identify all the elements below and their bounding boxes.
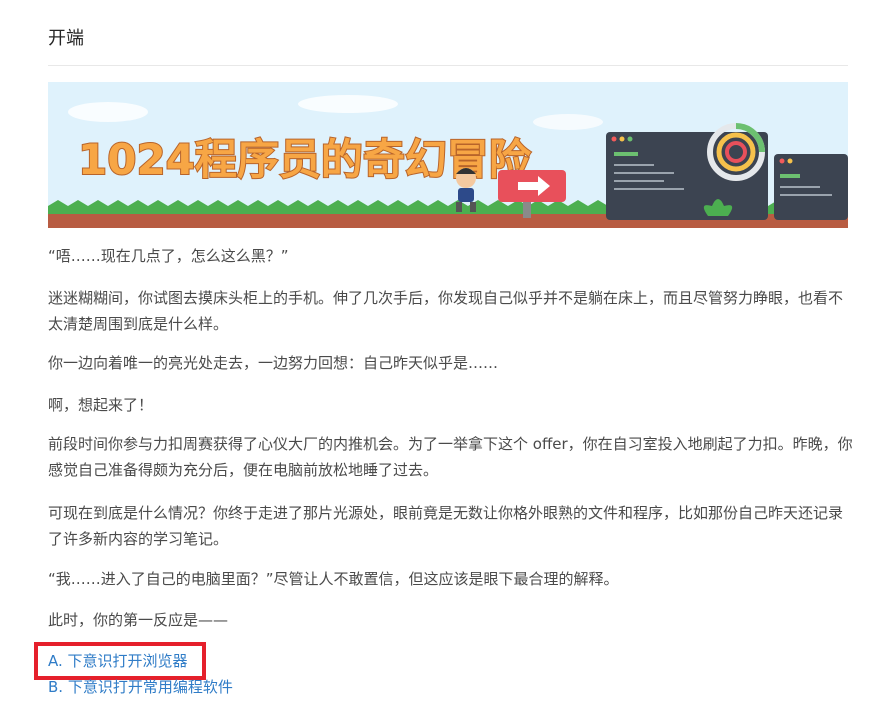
option-a-highlight: [34, 642, 206, 680]
story-paragraph: “唔……现在几点了，怎么这么黑？”: [48, 247, 289, 265]
story-banner-image: 1024程序员的奇幻冒险: [48, 82, 848, 228]
story-paragraph: 可现在到底是什么情况？你终于走进了那片光源处，眼前竟是无数让你格外眼熟的文件和程…: [48, 504, 844, 548]
story-paragraph: “我……进入了自己的电脑里面？”尽管让人不敢置信，但这应该是眼下最合理的解释。: [48, 570, 619, 588]
story-paragraph: 你一边向着唯一的亮光处走去，一边努力回想：自己昨天似乎是……: [48, 354, 499, 372]
story-paragraph: 前段时间你参与力扣周赛获得了心仪大厂的内推机会。为了一举拿下这个 offer，你…: [48, 435, 853, 479]
story-paragraph: 迷迷糊糊间，你试图去摸床头柜上的手机。伸了几次手后，你发现自己似乎并不是躺在床上…: [48, 289, 844, 333]
option-b-link[interactable]: B. 下意识打开常用编程软件: [48, 677, 233, 697]
title-divider: [48, 65, 848, 66]
story-paragraph: 啊，想起来了！: [48, 396, 154, 414]
story-paragraph: 此时，你的第一反应是——: [48, 611, 229, 629]
computer-window-icon-2: [774, 154, 848, 220]
computer-window-icon: [606, 123, 768, 220]
page-title: 开端: [48, 28, 84, 49]
